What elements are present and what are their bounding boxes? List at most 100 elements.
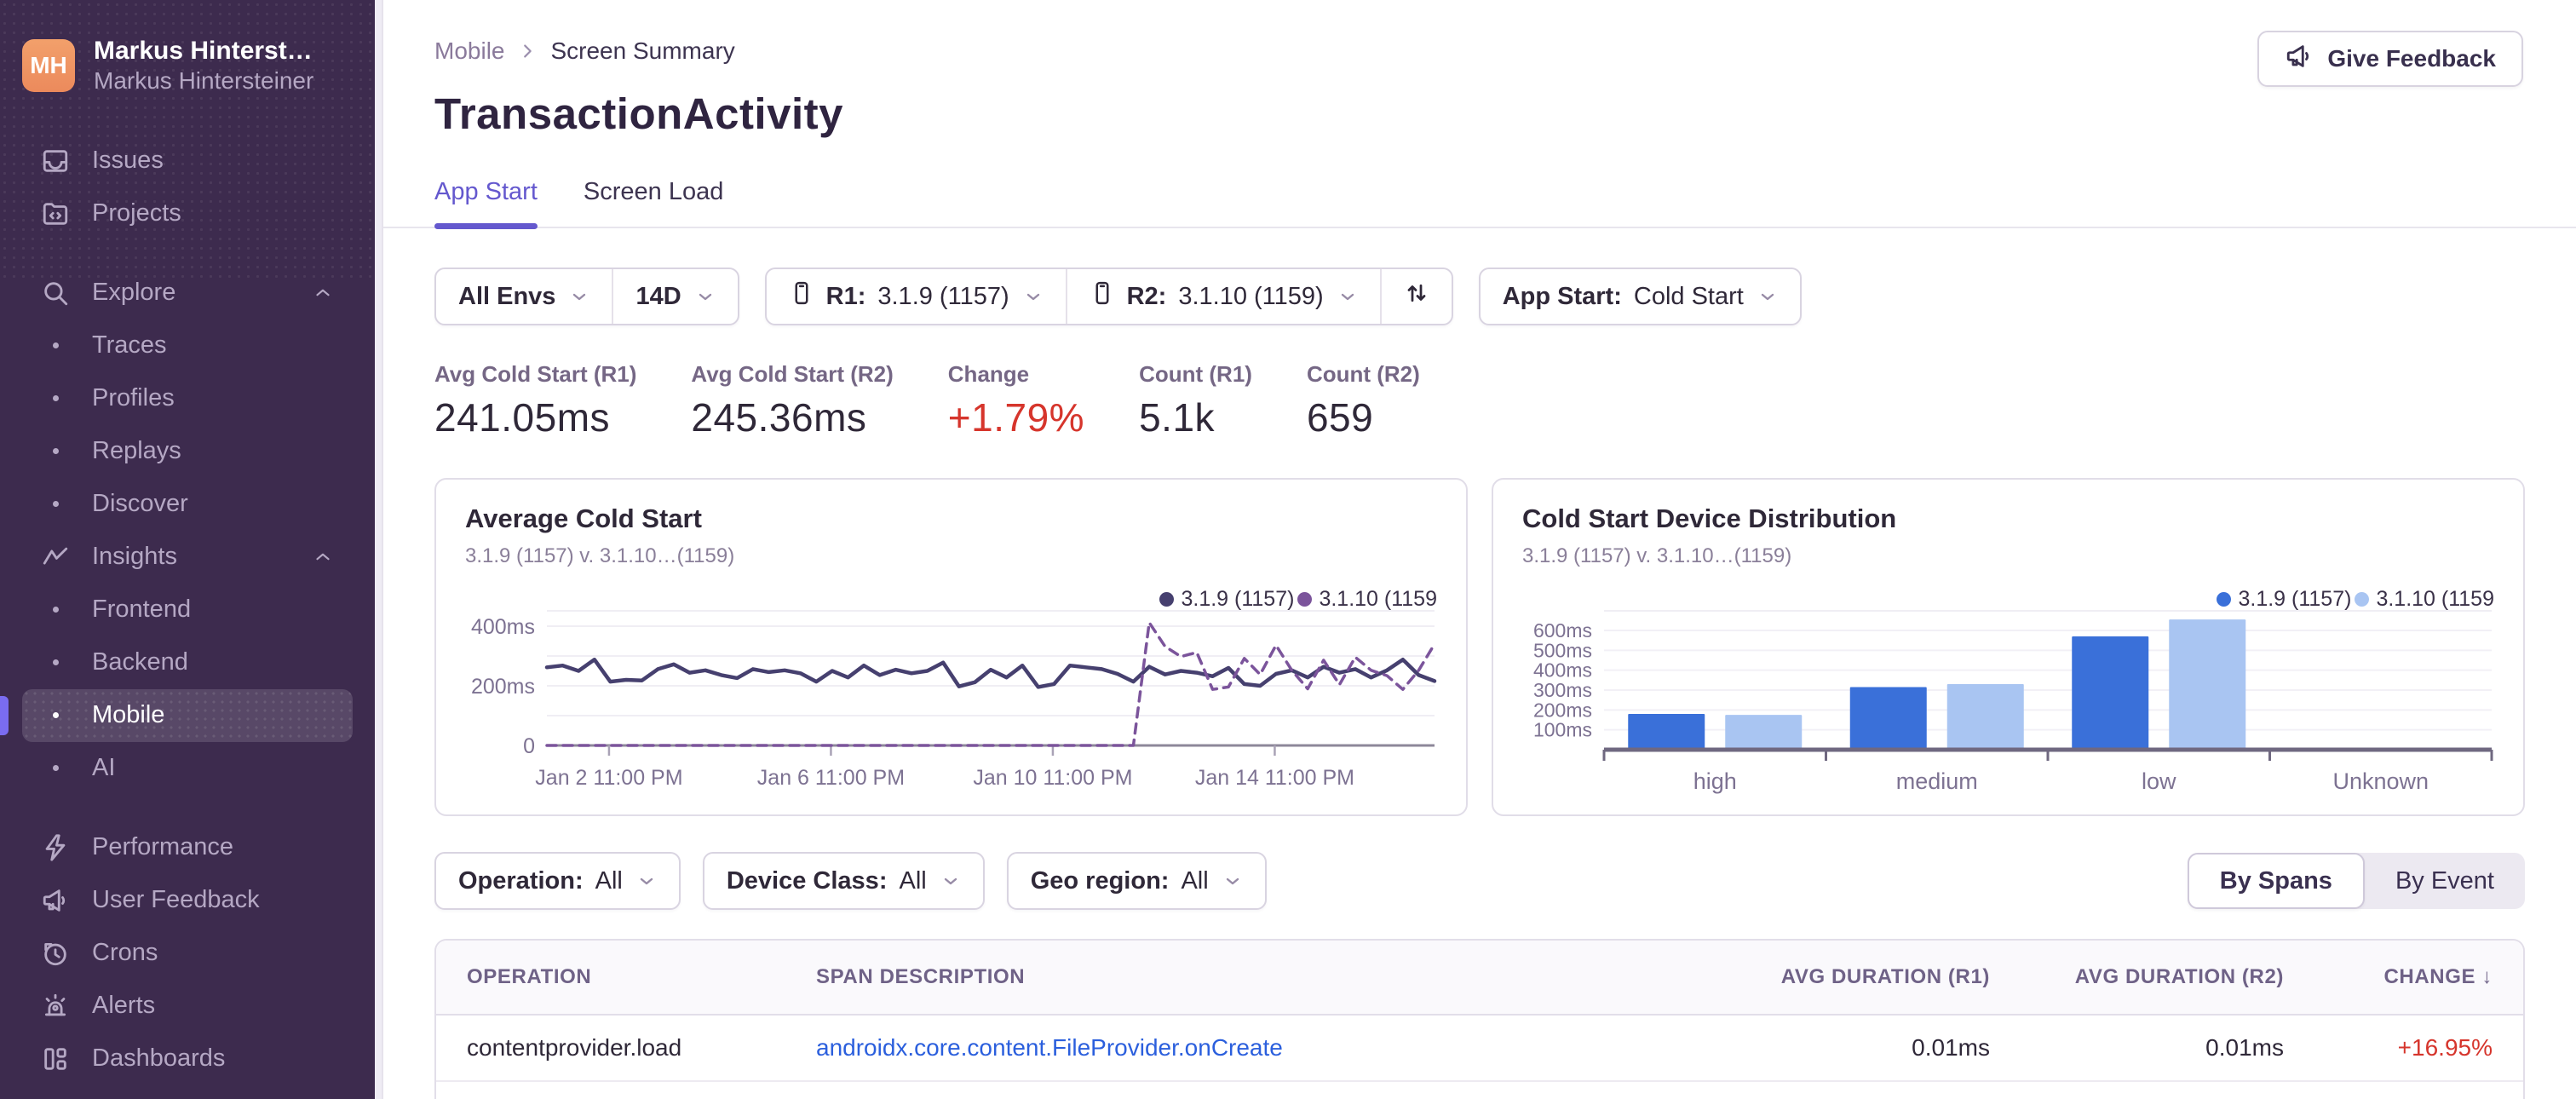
sidebar-item-alerts[interactable]: Alerts [22, 980, 353, 1033]
sidebar-item-replays[interactable]: Replays [22, 425, 353, 478]
chart-legend[interactable]: 3.1.9 (1157) 3.1.10 (1159 [1159, 587, 1437, 612]
sidebar-item-discover[interactable]: Discover [22, 478, 353, 531]
sidebar-item-label: Traces [92, 331, 167, 360]
sidebar-item-label: Issues [92, 147, 164, 175]
table-row[interactable]: contentprovider.load androidx.core.conte… [436, 1016, 2523, 1082]
table-header: OPERATION SPAN DESCRIPTION AVG DURATION … [436, 941, 2523, 1016]
sidebar-item-mobile[interactable]: Mobile [0, 688, 353, 742]
operation-value: All [595, 866, 623, 895]
tab-app-start[interactable]: App Start [434, 178, 538, 229]
bullet-icon [41, 501, 70, 507]
tab-bar: App Start Screen Load [383, 178, 2576, 229]
chart-subtitle: 3.1.9 (1157) v. 3.1.10…(1159) [1522, 544, 1792, 567]
sidebar-item-crons[interactable]: Crons [22, 927, 353, 980]
legend-label: 3.1.9 (1157) [1181, 587, 1295, 611]
legend-item[interactable]: 3.1.9 (1157) [1159, 587, 1294, 612]
legend-item[interactable]: 3.1.9 (1157) [2217, 587, 2351, 612]
breadcrumb: Mobile Screen Summary [434, 37, 2525, 65]
legend-label: 3.1.10 (1159 [1319, 587, 1437, 611]
chart-subtitle: 3.1.9 (1157) v. 3.1.10…(1159) [465, 544, 735, 567]
view-mode-toggle: By Spans By Event [2187, 853, 2525, 909]
legend-dot [1159, 592, 1175, 607]
swap-releases-button[interactable] [1379, 269, 1452, 324]
page-title: TransactionActivity [434, 89, 843, 138]
by-spans-button[interactable]: By Spans [2187, 853, 2365, 909]
environment-select[interactable]: All Envs [436, 269, 612, 324]
stat-label: Avg Cold Start (R2) [691, 361, 894, 387]
operation-select[interactable]: Operation: All [436, 854, 679, 908]
chevron-down-icon [695, 286, 716, 307]
svg-text:200ms: 200ms [471, 675, 535, 699]
sidebar-item-label: Frontend [92, 596, 192, 624]
cell-span-description-link[interactable]: androidx.core.content.FileProvider.onCre… [816, 1034, 1692, 1062]
sidebar-item-profiles[interactable]: Profiles [22, 372, 353, 425]
column-span-description[interactable]: SPAN DESCRIPTION [816, 965, 1692, 989]
stat-value: +1.79% [947, 395, 1085, 440]
sidebar-item-explore[interactable]: Explore [22, 267, 353, 319]
chart-legend[interactable]: 3.1.9 (1157) 3.1.10 (1159 [2217, 587, 2494, 612]
sidebar-item-issues[interactable]: Issues [22, 135, 353, 187]
give-feedback-button[interactable]: Give Feedback [2257, 31, 2523, 87]
table-row[interactable] [436, 1082, 2523, 1099]
legend-item[interactable]: 3.1.10 (1159 [1297, 587, 1437, 612]
column-avg-duration-r2[interactable]: AVG DURATION (R2) [1990, 965, 2284, 989]
chevron-down-icon [1757, 286, 1778, 307]
sidebar-item-traces[interactable]: Traces [22, 319, 353, 372]
stat-label: Count (R2) [1306, 361, 1420, 387]
sidebar-item-releases[interactable]: Releases [22, 1085, 353, 1099]
sidebar-item-projects[interactable]: Projects [22, 187, 353, 240]
sidebar-item-frontend[interactable]: Frontend [22, 584, 353, 636]
geo-region-select[interactable]: Geo region: All [1009, 854, 1265, 908]
svg-text:0: 0 [523, 734, 535, 758]
device-class-select[interactable]: Device Class: All [704, 854, 983, 908]
dashboard-icon [41, 1044, 70, 1073]
sidebar-item-insights[interactable]: Insights [22, 531, 353, 584]
breadcrumb-mobile-link[interactable]: Mobile [434, 37, 504, 65]
by-event-button[interactable]: By Event [2365, 853, 2525, 909]
filter-bar: All Envs 14D R1: 3.1.9 (1157) R2: 3.1.10… [434, 268, 2525, 325]
bullet-icon [41, 659, 70, 665]
date-range-select[interactable]: 14D [612, 269, 737, 324]
device-class-value: All [899, 866, 927, 895]
svg-text:medium: medium [1896, 768, 1978, 794]
svg-text:400ms: 400ms [1533, 659, 1592, 682]
svg-text:low: low [2142, 768, 2176, 794]
bar-chart[interactable]: 100ms200ms300ms400ms500ms600ms high medium… [1522, 602, 2498, 798]
main-panel: Mobile Screen Summary Give Feedback Tran… [382, 0, 2576, 1099]
chevron-down-icon [569, 286, 589, 307]
cell-avg-duration-r1: 0.01ms [1912, 1034, 1990, 1061]
mobile-device-icon [1090, 280, 1115, 313]
user-subtitle: Markus Hintersteiner [94, 67, 314, 94]
svg-text:400ms: 400ms [471, 615, 535, 639]
sidebar-item-ai[interactable]: AI [22, 742, 353, 795]
svg-text:600ms: 600ms [1533, 619, 1592, 642]
column-avg-duration-r1[interactable]: AVG DURATION (R1) [1692, 965, 1990, 989]
column-change[interactable]: CHANGE ↓ [2284, 965, 2493, 989]
siren-icon [41, 992, 70, 1021]
svg-text:100ms: 100ms [1533, 719, 1592, 741]
line-chart[interactable]: 0 200ms 400ms Jan 2 11:00 PM Jan 6 11:00 PM J… [465, 602, 1441, 798]
sidebar-item-backend[interactable]: Backend [22, 636, 353, 689]
app-root: MH Markus Hinterst… Markus Hintersteiner… [0, 0, 2576, 1099]
release-1-select[interactable]: R1: 3.1.9 (1157) [767, 269, 1066, 324]
sidebar-item-dashboards[interactable]: Dashboards [22, 1033, 353, 1085]
bullet-icon [41, 448, 70, 454]
cell-change: +16.95% [2397, 1034, 2493, 1061]
sidebar-item-label: Dashboards [92, 1044, 226, 1073]
breadcrumb-current: Screen Summary [550, 37, 735, 64]
release-compare-group: R1: 3.1.9 (1157) R2: 3.1.10 (1159) [764, 268, 1453, 325]
column-operation[interactable]: OPERATION [467, 965, 816, 989]
legend-item[interactable]: 3.1.10 (1159 [2355, 587, 2494, 612]
legend-dot [1297, 592, 1313, 607]
sidebar-item-label: Insights [92, 543, 177, 571]
sidebar-item-label: Profiles [92, 384, 175, 412]
release-2-select[interactable]: R2: 3.1.10 (1159) [1065, 269, 1380, 324]
stat-value: 5.1k [1139, 395, 1216, 440]
stat-label: Count (R1) [1139, 361, 1252, 387]
app-start-type-select[interactable]: App Start: Cold Start [1481, 269, 1800, 324]
tab-screen-load[interactable]: Screen Load [584, 178, 723, 227]
user-menu[interactable]: MH Markus Hinterst… Markus Hintersteiner [22, 36, 353, 95]
sidebar-item-performance[interactable]: Performance [22, 821, 353, 874]
env-period-group: All Envs 14D [434, 268, 739, 325]
sidebar-item-user-feedback[interactable]: User Feedback [22, 874, 353, 927]
